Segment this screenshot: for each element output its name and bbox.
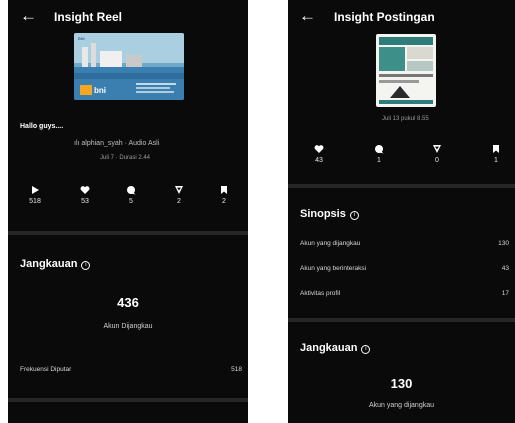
stat-saves: 1 — [481, 144, 511, 164]
reach-number: 130 — [390, 376, 413, 391]
synopsis-row: Akun yang dijangkau 130 — [300, 240, 515, 247]
audio-label: alphian_syah · Audio Asli — [81, 140, 160, 147]
synopsis-row: Aktivitas profil 17 — [300, 290, 515, 297]
back-arrow-icon[interactable]: ← — [20, 7, 37, 24]
stat-plays-value: 518 — [29, 198, 41, 205]
reach-label: Akun Dijangkau — [103, 323, 153, 330]
info-icon[interactable]: i — [361, 345, 371, 354]
stat-likes: 53 — [70, 185, 100, 205]
post-meta: Juli 13 pukul 8.55 — [382, 116, 429, 122]
row-value: 17 — [501, 290, 509, 297]
stat-saves-value: 1 — [494, 157, 498, 164]
row-label: Akun yang berinteraksi — [300, 265, 367, 272]
reach-label: Akun yang dijangkau — [369, 402, 434, 409]
share-icon — [175, 186, 183, 194]
row-value: 130 — [498, 240, 509, 247]
info-icon[interactable]: i — [349, 211, 359, 220]
reach-section-title: Jangkauan i — [20, 258, 91, 270]
stat-saves-value: 2 — [222, 198, 226, 205]
stat-comments-value: 1 — [377, 157, 381, 164]
reach-number: 436 — [117, 295, 139, 310]
synopsis-row: Akun yang berinteraksi 43 — [300, 265, 515, 272]
bookmark-icon — [493, 145, 499, 153]
stat-likes: 43 — [304, 144, 334, 164]
svg-text:bni: bni — [94, 86, 106, 95]
post-insight-screen: ← Insight Postingan Juli 13 pukul 8.55 4… — [288, 0, 515, 423]
synopsis-section-title: Sinopsis i — [300, 208, 359, 220]
page-title: Insight Postingan — [334, 10, 435, 24]
plays-frequency-row: Frekuensi Diputar 518 — [20, 366, 248, 373]
post-thumbnail[interactable] — [376, 34, 436, 107]
heart-icon — [314, 145, 324, 153]
stat-comments: 5 — [116, 185, 146, 205]
share-icon — [433, 145, 441, 153]
stat-plays: 518 — [20, 185, 50, 205]
stat-shares: 0 — [422, 144, 452, 164]
row-label: Frekuensi Diputar — [20, 366, 72, 373]
reel-insight-screen: ← Insight Reel bni BNI Hallo guys.... ıl… — [8, 0, 248, 423]
section-divider — [8, 398, 248, 402]
row-label: Aktivitas profil — [300, 290, 341, 297]
reach-section-title: Jangkauan i — [300, 342, 371, 354]
top-bar: ← Insight Reel — [8, 0, 248, 34]
info-icon[interactable]: i — [81, 261, 91, 270]
comment-icon — [127, 186, 136, 195]
section-divider — [288, 184, 515, 188]
audio-info[interactable]: ılı alphian_syah · Audio Asli — [74, 140, 159, 147]
stat-shares-value: 2 — [177, 198, 181, 205]
stat-shares-value: 0 — [435, 157, 439, 164]
stat-likes-value: 53 — [81, 198, 89, 205]
section-divider — [288, 318, 515, 322]
synopsis-title-label: Sinopsis — [300, 208, 346, 220]
reach-title-label: Jangkauan — [300, 342, 358, 354]
bookmark-icon — [221, 186, 227, 194]
top-bar: ← Insight Postingan — [288, 0, 515, 34]
row-label: Akun yang dijangkau — [300, 240, 361, 247]
row-value: 518 — [231, 366, 242, 373]
svg-text:BNI: BNI — [78, 36, 85, 41]
back-arrow-icon[interactable]: ← — [299, 7, 316, 24]
reel-thumbnail[interactable]: bni BNI — [74, 33, 184, 100]
reel-caption: Hallo guys.... — [20, 123, 64, 130]
heart-icon — [80, 186, 90, 194]
page-title: Insight Reel — [54, 10, 123, 24]
section-divider — [8, 231, 248, 235]
row-value: 43 — [501, 265, 509, 272]
stat-comments: 1 — [364, 144, 394, 164]
reach-title-label: Jangkauan — [20, 258, 78, 270]
play-icon — [32, 186, 39, 194]
stat-saves: 2 — [209, 185, 239, 205]
comment-icon — [375, 145, 384, 154]
stat-likes-value: 43 — [315, 157, 323, 164]
stat-shares: 2 — [164, 185, 194, 205]
post-meta: Juli 7 · Durasi 2.44 — [100, 155, 151, 161]
stat-comments-value: 5 — [129, 198, 133, 205]
